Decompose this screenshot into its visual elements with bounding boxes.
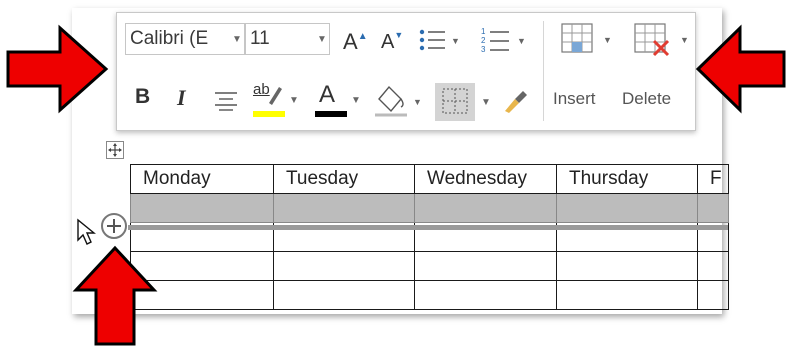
svg-text:▼: ▼ — [413, 97, 422, 107]
font-color-swatch — [315, 111, 347, 117]
delete-table-icon: ▼ — [634, 23, 689, 57]
grow-font-button[interactable]: A▲ — [343, 29, 368, 55]
table-cell[interactable] — [273, 193, 415, 223]
shading-icon: ▼ — [375, 85, 422, 117]
grow-font-icon: A — [343, 29, 358, 54]
italic-button[interactable]: I — [177, 85, 186, 111]
table-cell[interactable] — [556, 280, 698, 310]
table-cell[interactable] — [273, 251, 415, 281]
table-cell[interactable] — [697, 193, 729, 223]
table-row — [130, 193, 729, 223]
toolbar-separator — [543, 21, 544, 121]
table-cell[interactable] — [273, 280, 415, 310]
borders-icon — [442, 88, 468, 114]
table-cell[interactable] — [414, 193, 557, 223]
table-cell[interactable] — [414, 251, 557, 281]
table-cell[interactable] — [414, 280, 557, 310]
delete-button-label[interactable]: Delete — [622, 89, 671, 109]
svg-text:▼: ▼ — [603, 35, 612, 45]
header-cell-friday[interactable]: F — [697, 164, 729, 194]
chevron-down-icon[interactable]: ▼ — [315, 34, 329, 45]
header-cell-wednesday[interactable]: Wednesday — [414, 164, 557, 194]
chevron-down-icon[interactable]: ▼ — [351, 95, 361, 106]
annotation-arrow-left — [6, 24, 109, 114]
move-table-icon — [108, 143, 122, 157]
table-header-row: Monday Tuesday Wednesday Thursday F — [130, 164, 729, 194]
header-cell-thursday[interactable]: Thursday — [556, 164, 698, 194]
borders-button[interactable] — [435, 83, 475, 121]
table-cell[interactable] — [130, 193, 274, 223]
header-cell-tuesday[interactable]: Tuesday — [273, 164, 415, 194]
bold-button[interactable]: B — [135, 85, 150, 109]
chevron-down-icon[interactable]: ▼ — [289, 95, 299, 106]
center-align-icon — [215, 92, 237, 111]
center-align-button[interactable] — [213, 89, 239, 116]
bullets-icon: ▼ — [419, 29, 460, 51]
svg-text:2: 2 — [481, 36, 486, 45]
svg-text:▼: ▼ — [451, 36, 460, 46]
table-move-handle[interactable] — [106, 141, 124, 159]
table-row — [130, 280, 729, 310]
numbering-icon: 1 2 3 ▼ — [481, 27, 526, 54]
chevron-down-icon[interactable]: ▼ — [230, 34, 244, 45]
chevron-down-icon[interactable]: ▼ — [481, 97, 491, 108]
shrink-font-button[interactable]: A▼ — [381, 30, 403, 54]
annotation-arrow-up — [72, 245, 158, 346]
font-size-combo[interactable]: 11 ▼ — [245, 23, 330, 55]
schedule-table: Monday Tuesday Wednesday Thursday F — [130, 164, 729, 310]
format-painter-icon — [505, 91, 527, 113]
table-cell[interactable] — [697, 251, 729, 281]
annotation-arrow-right — [695, 24, 786, 114]
svg-text:▼: ▼ — [517, 36, 526, 46]
font-size-value: 11 — [250, 28, 270, 49]
mini-toolbar: Calibri (E ▼ 11 ▼ A▲ A▼ ▼ 1 2 3 ▼ ▼ ▼ B … — [116, 12, 696, 131]
highlight-swatch — [253, 111, 285, 117]
table-cell[interactable] — [697, 280, 729, 310]
bullets-button[interactable]: ▼ — [417, 27, 461, 60]
svg-text:▼: ▼ — [680, 35, 689, 45]
font-color-button[interactable]: A ▼ — [313, 81, 361, 121]
font-name-value: Calibri (E — [130, 28, 209, 49]
insert-table-icon: ▼ — [561, 23, 612, 53]
insert-row-indicator — [128, 225, 728, 230]
insert-table-dropdown[interactable]: ▼ — [559, 21, 615, 62]
font-color-glyph: A — [319, 81, 336, 108]
insert-row-button[interactable] — [101, 213, 127, 239]
insert-row-plus-icon — [107, 219, 121, 233]
highlighter-pen-icon — [269, 87, 282, 105]
highlight-color-button[interactable]: ab ▼ — [251, 81, 299, 121]
format-painter-button[interactable] — [501, 87, 531, 120]
svg-text:3: 3 — [481, 45, 486, 54]
numbering-button[interactable]: 1 2 3 ▼ — [479, 25, 527, 62]
delete-table-dropdown[interactable]: ▼ — [632, 21, 692, 62]
insert-button-label[interactable]: Insert — [553, 89, 596, 109]
table-cell[interactable] — [556, 251, 698, 281]
shading-button[interactable]: ▼ — [373, 81, 423, 126]
table-cell[interactable] — [556, 193, 698, 223]
font-name-combo[interactable]: Calibri (E ▼ — [125, 23, 245, 55]
shrink-font-icon: A — [381, 31, 395, 53]
table-row — [130, 251, 729, 281]
header-cell-monday[interactable]: Monday — [130, 164, 274, 194]
svg-text:1: 1 — [481, 27, 486, 36]
